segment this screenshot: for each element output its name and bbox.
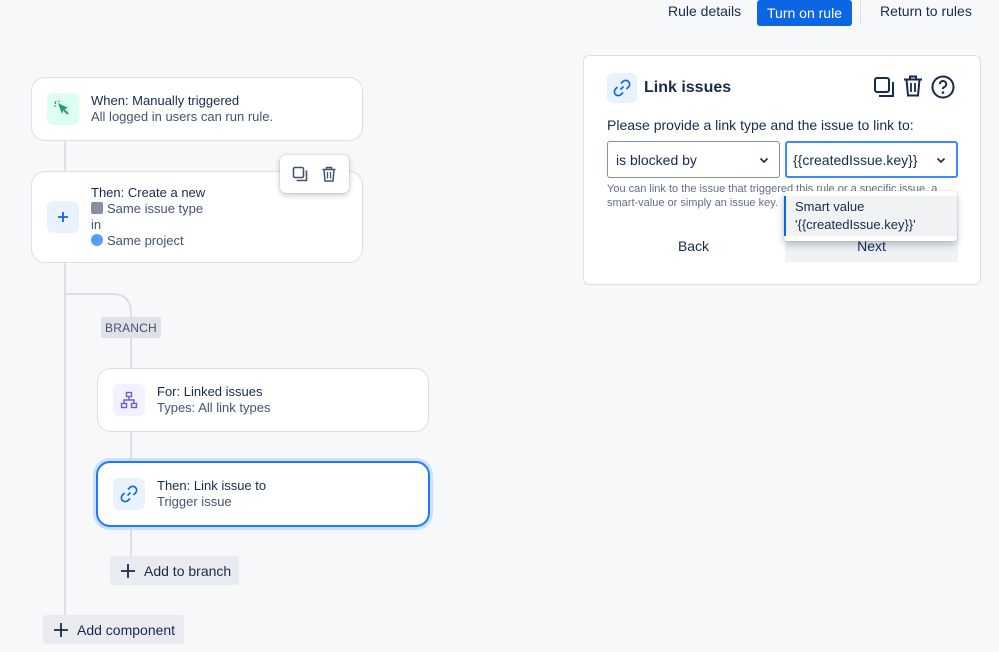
for-title: For: Linked issues [157,384,263,399]
for-subtitle: Types: All link types [157,400,271,415]
for-linked-issues-card[interactable]: For: Linked issues Types: All link types [97,368,429,432]
plus-icon [121,563,135,578]
cursor-click-icon [47,93,79,125]
in-label: in [91,217,102,232]
link-type-select[interactable]: is blocked by [607,141,780,178]
panel-title: Link issues [644,79,732,96]
add-to-branch-label: Add to branch [144,562,232,579]
hierarchy-icon [113,384,145,416]
option-line-2: '{{createdIssue.key}}' [795,217,916,232]
connector-line [130,338,132,369]
add-component-label: Add component [77,621,176,638]
trigger-title: When: Manually triggered [91,93,240,108]
issue-type-icon [91,202,103,214]
connector-line [64,263,66,617]
link-icon [607,73,637,103]
chevron-down-icon [759,157,769,164]
connector-line [130,527,132,557]
link-subtitle: Trigger issue [157,494,232,509]
issue-type-value: Same issue type [107,201,204,216]
help-icon[interactable] [931,75,955,104]
copy-icon[interactable] [291,165,309,183]
card-toolbar [280,155,349,193]
link-type-value: is blocked by [616,151,697,168]
connector-line [64,293,114,295]
issue-select[interactable]: {{createdIssue.key}} [785,141,958,178]
link-issue-card[interactable]: Then: Link issue to Trigger issue [96,461,430,527]
plus-icon [47,201,79,233]
create-title: Then: Create a new [91,185,206,200]
return-to-rules-button[interactable]: Return to rules [880,3,972,19]
trash-icon[interactable] [320,165,338,183]
header-divider [860,0,861,24]
link-title: Then: Link issue to [157,478,267,493]
plus-icon [54,622,68,637]
link-issues-panel: Link issues Please provide a link type a… [583,55,981,285]
issue-select-value: {{createdIssue.key}} [793,151,918,168]
trigger-subtitle: All logged in users can run rule. [91,109,274,124]
copy-icon[interactable] [873,76,895,103]
trigger-card[interactable]: When: Manually triggered All logged in u… [31,77,363,141]
add-component-button[interactable]: Add component [43,615,184,644]
add-to-branch-button[interactable]: Add to branch [110,556,239,585]
branch-label: BRANCH [101,317,161,338]
connector-line [130,432,132,462]
turn-on-rule-button[interactable]: Turn on rule [757,0,852,26]
panel-prompt: Please provide a link type and the issue… [607,117,914,133]
trash-icon[interactable] [903,75,923,102]
project-avatar-icon [91,234,103,246]
connector-line [64,141,66,172]
issue-dropdown-menu: Smart value '{{createdIssue.key}}' [784,191,957,241]
option-line-1: Smart value [795,199,865,214]
dropdown-option-smart-value[interactable]: Smart value '{{createdIssue.key}}' [784,196,957,236]
chevron-down-icon [936,157,946,164]
rule-details-button[interactable]: Rule details [668,3,741,19]
back-button[interactable]: Back [607,230,780,262]
link-icon [113,478,145,510]
project-value: Same project [107,233,184,248]
